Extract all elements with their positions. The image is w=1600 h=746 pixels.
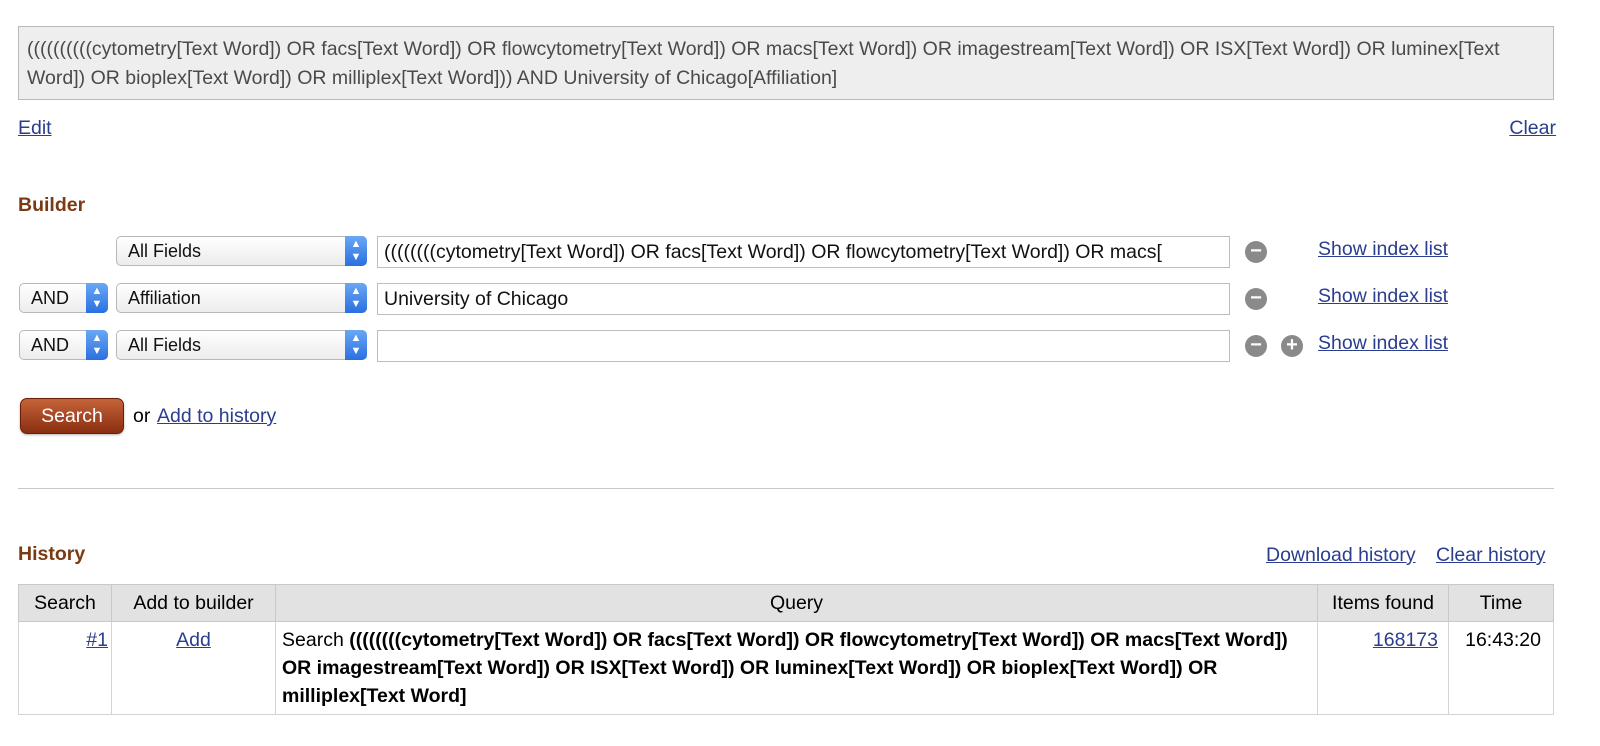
search-number-cell: #1 (18, 621, 112, 715)
time-cell: 16:43:20 (1448, 621, 1554, 715)
query-text: ((((((((cytometry[Text Word]) OR facs[Te… (282, 629, 1288, 707)
column-header-search: Search (18, 584, 112, 622)
term-input[interactable] (377, 330, 1230, 362)
field-select-value: All Fields (128, 241, 202, 261)
search-button[interactable]: Search (20, 398, 124, 434)
updown-chevron-icon: ▲ ▼ (345, 236, 367, 266)
updown-chevron-icon: ▲ ▼ (86, 283, 108, 313)
operator-select[interactable]: AND ▲ ▼ (19, 283, 108, 313)
operator-select-value: AND (31, 335, 70, 355)
table-row: #1 Add Search ((((((((cytometry[Text Wor… (18, 621, 1554, 715)
column-header-items-found: Items found (1317, 584, 1449, 622)
items-found-cell: 168173 (1317, 621, 1449, 715)
field-select[interactable]: All Fields ▲ ▼ (116, 236, 367, 266)
search-number-link[interactable]: #1 (86, 629, 108, 651)
history-title: History (18, 543, 86, 565)
column-header-query: Query (275, 584, 1318, 622)
field-select-value: Affiliation (128, 288, 201, 308)
add-cell: Add (111, 621, 276, 715)
plus-circle-icon[interactable]: + (1281, 335, 1303, 357)
column-header-add-to-builder: Add to builder (111, 584, 276, 622)
query-prefix: Search (282, 629, 344, 651)
field-select[interactable]: Affiliation ▲ ▼ (116, 283, 367, 313)
query-cell: Search ((((((((cytometry[Text Word]) OR … (275, 621, 1318, 715)
updown-chevron-icon: ▲ ▼ (345, 330, 367, 360)
builder-row: AND ▲ ▼ All Fields ▲ ▼ − + Show index list (0, 330, 1600, 362)
column-header-time: Time (1448, 584, 1554, 622)
download-history-link[interactable]: Download history (1266, 544, 1416, 567)
or-text: or (133, 405, 151, 427)
history-header-row: Search Add to builder Query Items found … (18, 584, 1554, 622)
builder-row: AND ▲ ▼ Affiliation ▲ ▼ University of Chic… (0, 283, 1600, 315)
builder-row: All Fields ▲ ▼ ((((((((cytometry[Text Wor… (0, 236, 1600, 268)
minus-circle-icon[interactable]: − (1245, 241, 1267, 263)
updown-chevron-icon: ▲ ▼ (86, 330, 108, 360)
show-index-list-link[interactable]: Show index list (1318, 285, 1448, 308)
add-to-history-link[interactable]: Add to history (157, 405, 276, 428)
operator-select-value: AND (31, 288, 70, 308)
updown-chevron-icon: ▲ ▼ (345, 283, 367, 313)
field-select[interactable]: All Fields ▲ ▼ (116, 330, 367, 360)
clear-history-link[interactable]: Clear history (1436, 544, 1545, 567)
items-found-link[interactable]: 168173 (1373, 629, 1438, 651)
term-input[interactable]: ((((((((cytometry[Text Word]) OR facs[Te… (377, 236, 1230, 268)
field-select-value: All Fields (128, 335, 202, 355)
divider (18, 488, 1554, 489)
show-index-list-link[interactable]: Show index list (1318, 238, 1448, 261)
edit-link[interactable]: Edit (18, 117, 52, 140)
history-table: Search Add to builder Query Items found … (18, 584, 1554, 715)
add-to-builder-link[interactable]: Add (176, 629, 211, 651)
builder-title: Builder (18, 194, 86, 216)
minus-circle-icon[interactable]: − (1245, 288, 1267, 310)
show-index-list-link[interactable]: Show index list (1318, 332, 1448, 355)
query-box: ((((((((((cytometry[Text Word]) OR facs[… (18, 26, 1554, 100)
minus-circle-icon[interactable]: − (1245, 335, 1267, 357)
term-input[interactable]: University of Chicago (377, 283, 1230, 315)
operator-select[interactable]: AND ▲ ▼ (19, 330, 108, 360)
clear-link[interactable]: Clear (1509, 117, 1556, 140)
